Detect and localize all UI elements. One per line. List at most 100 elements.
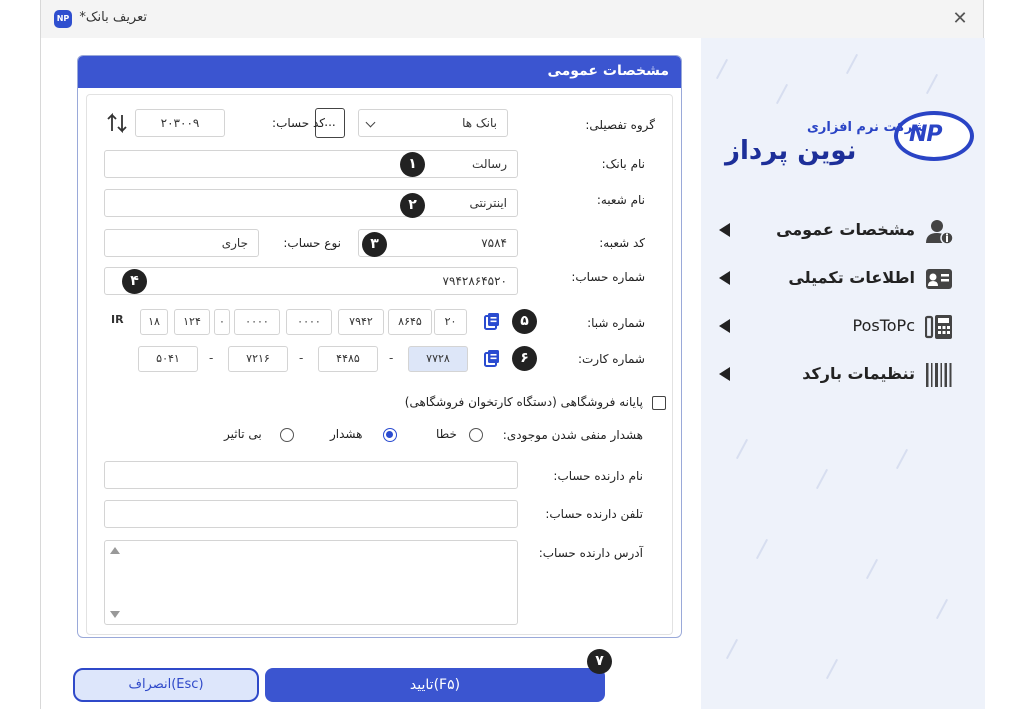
sheba-segment[interactable]: ۰۰۰۰ — [234, 309, 280, 335]
negative-warning-label: هشدار منفی شدن موجودی: — [502, 428, 643, 442]
group-select-value: بانک ها — [462, 116, 497, 130]
sheba-segment[interactable]: ۷۹۴۲ — [338, 309, 384, 335]
sidebar-item-label: اطلاعات تکمیلی — [788, 268, 915, 287]
card-segment[interactable]: ۷۲۱۶ — [228, 346, 288, 372]
decor — [825, 658, 839, 680]
logo-title: نوین پرداز — [725, 136, 857, 166]
id-card-icon — [926, 269, 952, 289]
group-label: گروه تفصیلی: — [585, 118, 655, 132]
radio-error-label: خطا — [436, 427, 457, 441]
card-segment[interactable]: ۵۰۴۱ — [138, 346, 198, 372]
user-info-icon — [926, 220, 953, 244]
account-number-label: شماره حساب: — [571, 270, 645, 284]
general-info-panel: مشخصات عمومی گروه تفصیلی: بانک ها ... کد… — [77, 55, 682, 638]
badge-7: ۷ — [587, 649, 612, 674]
company-logo: NP شرکت نرم افزاری نوین پرداز — [711, 108, 981, 178]
decor — [755, 538, 769, 560]
window-title: تعریف بانک* — [79, 10, 147, 25]
account-code-label: کد حساب: — [272, 116, 325, 130]
radio-none[interactable] — [280, 428, 294, 442]
card-separator: - — [299, 351, 304, 365]
logo-subtitle: شرکت نرم افزاری — [807, 120, 926, 135]
sidebar: NP شرکت نرم افزاری نوین پرداز مشخصات عمو… — [701, 38, 985, 709]
group-select[interactable]: بانک ها — [358, 109, 508, 137]
dialog-window: NP تعریف بانک* ✕ NP شرکت نرم افزاری نوین… — [40, 0, 985, 709]
chevron-left-icon — [719, 223, 730, 237]
sidebar-item-postopc[interactable]: PosToPc — [715, 312, 971, 342]
decor — [895, 448, 909, 470]
account-code-field[interactable]: ۲۰۳۰۰۹ — [135, 109, 225, 137]
branch-name-label: نام شعبه: — [596, 193, 645, 207]
sidebar-item-general[interactable]: مشخصات عمومی — [715, 216, 971, 246]
sheba-segment[interactable]: ۱۲۴ — [174, 309, 210, 335]
sidebar-item-extra-info[interactable]: اطلاعات تکمیلی — [715, 264, 971, 294]
scroll-down-icon[interactable] — [110, 611, 120, 618]
holder-phone-label: تلفن دارنده حساب: — [545, 507, 643, 521]
holder-address-label: آدرس دارنده حساب: — [538, 546, 643, 560]
holder-name-label: نام دارنده حساب: — [553, 469, 643, 483]
card-label: شماره کارت: — [577, 352, 645, 366]
decor — [815, 468, 829, 490]
decor — [775, 83, 789, 105]
holder-name-field[interactable] — [104, 461, 518, 489]
sidebar-item-label: PosToPc — [852, 316, 916, 335]
holder-phone-field[interactable] — [104, 500, 518, 528]
branch-code-label: کد شعبه: — [599, 236, 645, 250]
chevron-left-icon — [719, 319, 730, 333]
badge-1: ۱ — [400, 152, 425, 177]
copy-icon[interactable] — [484, 312, 500, 330]
sidebar-item-label: تنظیمات بارکد — [802, 364, 915, 383]
chevron-left-icon — [719, 271, 730, 285]
confirm-button[interactable]: تایید(F۵) — [265, 668, 605, 702]
decor — [925, 73, 939, 95]
close-icon[interactable]: ✕ — [947, 6, 973, 32]
bank-name-field[interactable]: رسالت — [104, 150, 518, 178]
sheba-prefix: IR — [111, 313, 124, 326]
badge-5: ۵ — [512, 309, 537, 334]
account-type-label: نوع حساب: — [283, 236, 341, 250]
pos-terminal-icon — [925, 315, 952, 339]
sidebar-item-barcode[interactable]: تنظیمات بارکد — [715, 360, 971, 390]
card-separator: - — [209, 351, 214, 365]
scroll-up-icon[interactable] — [110, 547, 120, 554]
swap-icon[interactable] — [105, 111, 129, 135]
badge-2: ۲ — [400, 193, 425, 218]
sheba-segment[interactable]: ۰۰۰۰ — [286, 309, 332, 335]
decor — [865, 558, 879, 580]
pos-checkbox[interactable] — [652, 396, 666, 410]
radio-warning[interactable] — [383, 428, 397, 442]
branch-name-field[interactable]: اینترنتی — [104, 189, 518, 217]
holder-address-textarea[interactable] — [104, 540, 518, 625]
decor — [725, 638, 739, 660]
badge-3: ۳ — [362, 232, 387, 257]
badge-4: ۴ — [122, 269, 147, 294]
panel-header: مشخصات عمومی — [78, 56, 681, 88]
radio-error[interactable] — [469, 428, 483, 442]
account-type-field[interactable]: جاری — [104, 229, 259, 257]
chevron-left-icon — [719, 367, 730, 381]
app-logo-icon: NP — [54, 10, 72, 28]
account-number-field[interactable]: ۷۹۴۲۸۶۴۵۲۰ — [104, 267, 518, 295]
radio-warning-label: هشدار — [330, 427, 363, 441]
pos-label: پایانه فروشگاهی (دستگاه کارتخوان فروشگاه… — [404, 395, 643, 409]
decor — [735, 438, 749, 460]
sheba-label: شماره شبا: — [587, 316, 645, 330]
card-segment[interactable]: ۴۴۸۵ — [318, 346, 378, 372]
barcode-icon — [926, 363, 952, 387]
sheba-segment[interactable]: ۰ — [214, 309, 230, 335]
sidebar-item-label: مشخصات عمومی — [776, 220, 915, 239]
chevron-down-icon — [365, 117, 376, 128]
sheba-segment[interactable]: ۸۶۴۵ — [388, 309, 432, 335]
sheba-segment[interactable]: ۱۸ — [140, 309, 168, 335]
copy-icon[interactable] — [484, 349, 500, 367]
radio-none-label: بی تاثیر — [224, 427, 262, 441]
card-segment[interactable]: ۷۷۲۸ — [408, 346, 468, 372]
sheba-segment[interactable]: ۲۰ — [434, 309, 467, 335]
card-separator: - — [389, 351, 394, 365]
panel-title: مشخصات عمومی — [547, 63, 669, 79]
badge-6: ۶ — [512, 346, 537, 371]
decor — [935, 598, 949, 620]
decor — [715, 58, 729, 80]
cancel-button[interactable]: انصراف(Esc) — [73, 668, 259, 702]
bank-name-label: نام بانک: — [601, 157, 645, 171]
